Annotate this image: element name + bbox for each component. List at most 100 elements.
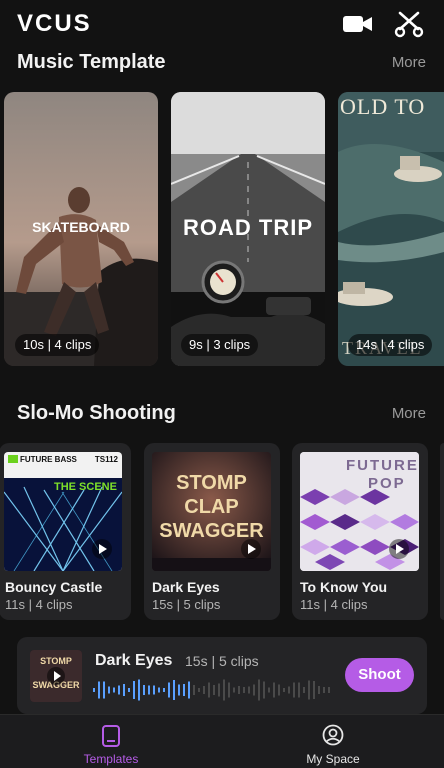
waveform-bar <box>133 681 135 699</box>
waveform-bar <box>158 687 160 693</box>
music-template-title: Music Template <box>17 51 166 73</box>
waveform-bar <box>183 684 185 696</box>
tab-label: My Space <box>306 752 360 766</box>
waveform-bar <box>238 686 240 694</box>
waveform-bar <box>313 681 315 699</box>
template-card-travel[interactable]: OLD TO TRAVEL 14s | 4 clips <box>338 92 444 366</box>
waveform-bar <box>243 687 245 693</box>
slomo-more-link[interactable]: More <box>392 405 426 422</box>
audio-waveform[interactable] <box>93 676 333 704</box>
waveform-bar <box>273 682 275 698</box>
waveform-bar <box>308 680 310 700</box>
slomo-title: Slo-Mo Shooting <box>17 402 176 424</box>
travel-image <box>338 92 444 366</box>
waveform-bar <box>228 682 230 698</box>
bouncy-castle-cover: FUTURE BASS TS112 THE SCENE <box>4 452 122 571</box>
slomo-card-meta: 15s | 5 clips <box>152 597 221 612</box>
waveform-bar <box>178 684 180 696</box>
waveform-bar <box>288 686 290 694</box>
player-meta: 15s | 5 clips <box>185 653 259 669</box>
tab-label: Templates <box>83 752 139 766</box>
cover-code: TS112 <box>94 455 118 464</box>
template-card-meta: 10s | 4 clips <box>15 334 100 356</box>
waveform-bar <box>223 679 225 701</box>
template-card-road-trip[interactable]: ROAD TRIP 9s | 3 clips <box>171 92 325 366</box>
waveform-bar <box>123 684 125 696</box>
waveform-bar <box>278 684 280 696</box>
top-bar: VCUS <box>0 0 444 48</box>
waveform-bar <box>298 682 300 698</box>
tab-templates[interactable]: Templates <box>41 715 181 768</box>
profile-icon <box>322 724 344 746</box>
waveform-bar <box>303 687 305 693</box>
mini-player[interactable]: STOMP SWAGGER Dark Eyes 15s | 5 clips Sh… <box>17 637 427 714</box>
slomo-card-meta: 11s | 4 clips <box>5 597 73 612</box>
template-card-title: OLD TO <box>340 94 426 119</box>
waveform-bar <box>253 684 255 696</box>
play-icon[interactable] <box>92 539 112 559</box>
waveform-bar <box>193 685 195 695</box>
play-icon[interactable] <box>389 539 409 559</box>
waveform-bar <box>203 686 205 694</box>
waveform-bar <box>318 686 320 694</box>
waveform-bar <box>163 688 165 692</box>
waveform-bar <box>173 680 175 700</box>
cover-line: POP <box>368 475 406 492</box>
to-know-you-cover: FUTURE POP <box>300 452 419 571</box>
scissors-icon[interactable] <box>394 10 428 38</box>
waveform-bar <box>258 679 260 701</box>
template-card-skateboard[interactable]: SKATEBOARD 10s | 4 clips <box>4 92 158 366</box>
play-icon[interactable] <box>241 539 261 559</box>
template-card-meta: 14s | 4 clips <box>348 334 433 356</box>
waveform-bar <box>188 681 190 699</box>
slomo-card-name: To Know You <box>300 579 388 595</box>
waveform-bar <box>323 687 325 693</box>
waveform-bar <box>143 685 145 695</box>
slomo-card-to-know-you[interactable]: FUTURE POP To Know You 11s | 4 clips <box>292 443 428 620</box>
slomo-card-dark-eyes[interactable]: STOMP CLAP SWAGGER Dark Eyes 15s | 5 cli… <box>144 443 280 620</box>
waveform-bar <box>168 682 170 698</box>
tab-my-space[interactable]: My Space <box>263 715 403 768</box>
cover-line: STOMP <box>40 656 72 666</box>
slomo-card-name: Bouncy Castle <box>5 579 103 595</box>
waveform-bar <box>103 681 105 699</box>
player-cover: STOMP SWAGGER <box>30 650 82 702</box>
slomo-card-name: Dark Eyes <box>152 579 220 595</box>
waveform-bar <box>153 685 155 695</box>
waveform-bar <box>218 683 220 697</box>
waveform-bar <box>138 679 140 701</box>
waveform-bar <box>233 687 235 693</box>
waveform-bar <box>283 688 285 692</box>
slomo-card-meta: 11s | 4 clips <box>300 597 368 612</box>
slomo-card-partial[interactable] <box>440 443 444 620</box>
play-icon[interactable] <box>47 667 65 685</box>
waveform-bar <box>263 681 265 699</box>
music-more-link[interactable]: More <box>392 54 426 71</box>
app-logo: VCUS <box>17 10 92 37</box>
waveform-bar <box>248 686 250 694</box>
waveform-bar <box>113 687 115 693</box>
cover-line: FUTURE <box>346 457 419 474</box>
template-card-title: SKATEBOARD <box>32 219 130 235</box>
waveform-bar <box>108 686 110 694</box>
shoot-button[interactable]: Shoot <box>345 658 414 692</box>
video-camera-icon[interactable] <box>341 10 375 38</box>
waveform-bar <box>268 687 270 693</box>
waveform-bar <box>293 682 295 698</box>
waveform-bar <box>128 688 130 692</box>
waveform-bar <box>198 688 200 692</box>
cover-line: CLAP <box>184 496 239 518</box>
waveform-bar <box>148 685 150 695</box>
slomo-card-bouncy-castle[interactable]: FUTURE BASS TS112 THE SCENE Bouncy Castl… <box>0 443 131 620</box>
template-card-meta: 9s | 3 clips <box>181 334 259 356</box>
waveform-bar <box>328 687 330 693</box>
dark-eyes-cover: STOMP CLAP SWAGGER <box>152 452 271 571</box>
waveform-bar <box>208 682 210 698</box>
template-card-title: ROAD TRIP <box>183 215 313 240</box>
waveform-bar <box>98 681 100 699</box>
templates-icon <box>102 725 120 747</box>
waveform-bar <box>213 685 215 695</box>
cover-title: THE SCENE <box>54 481 117 493</box>
player-title: Dark Eyes <box>95 652 173 669</box>
tab-bar: Templates My Space <box>0 714 444 768</box>
